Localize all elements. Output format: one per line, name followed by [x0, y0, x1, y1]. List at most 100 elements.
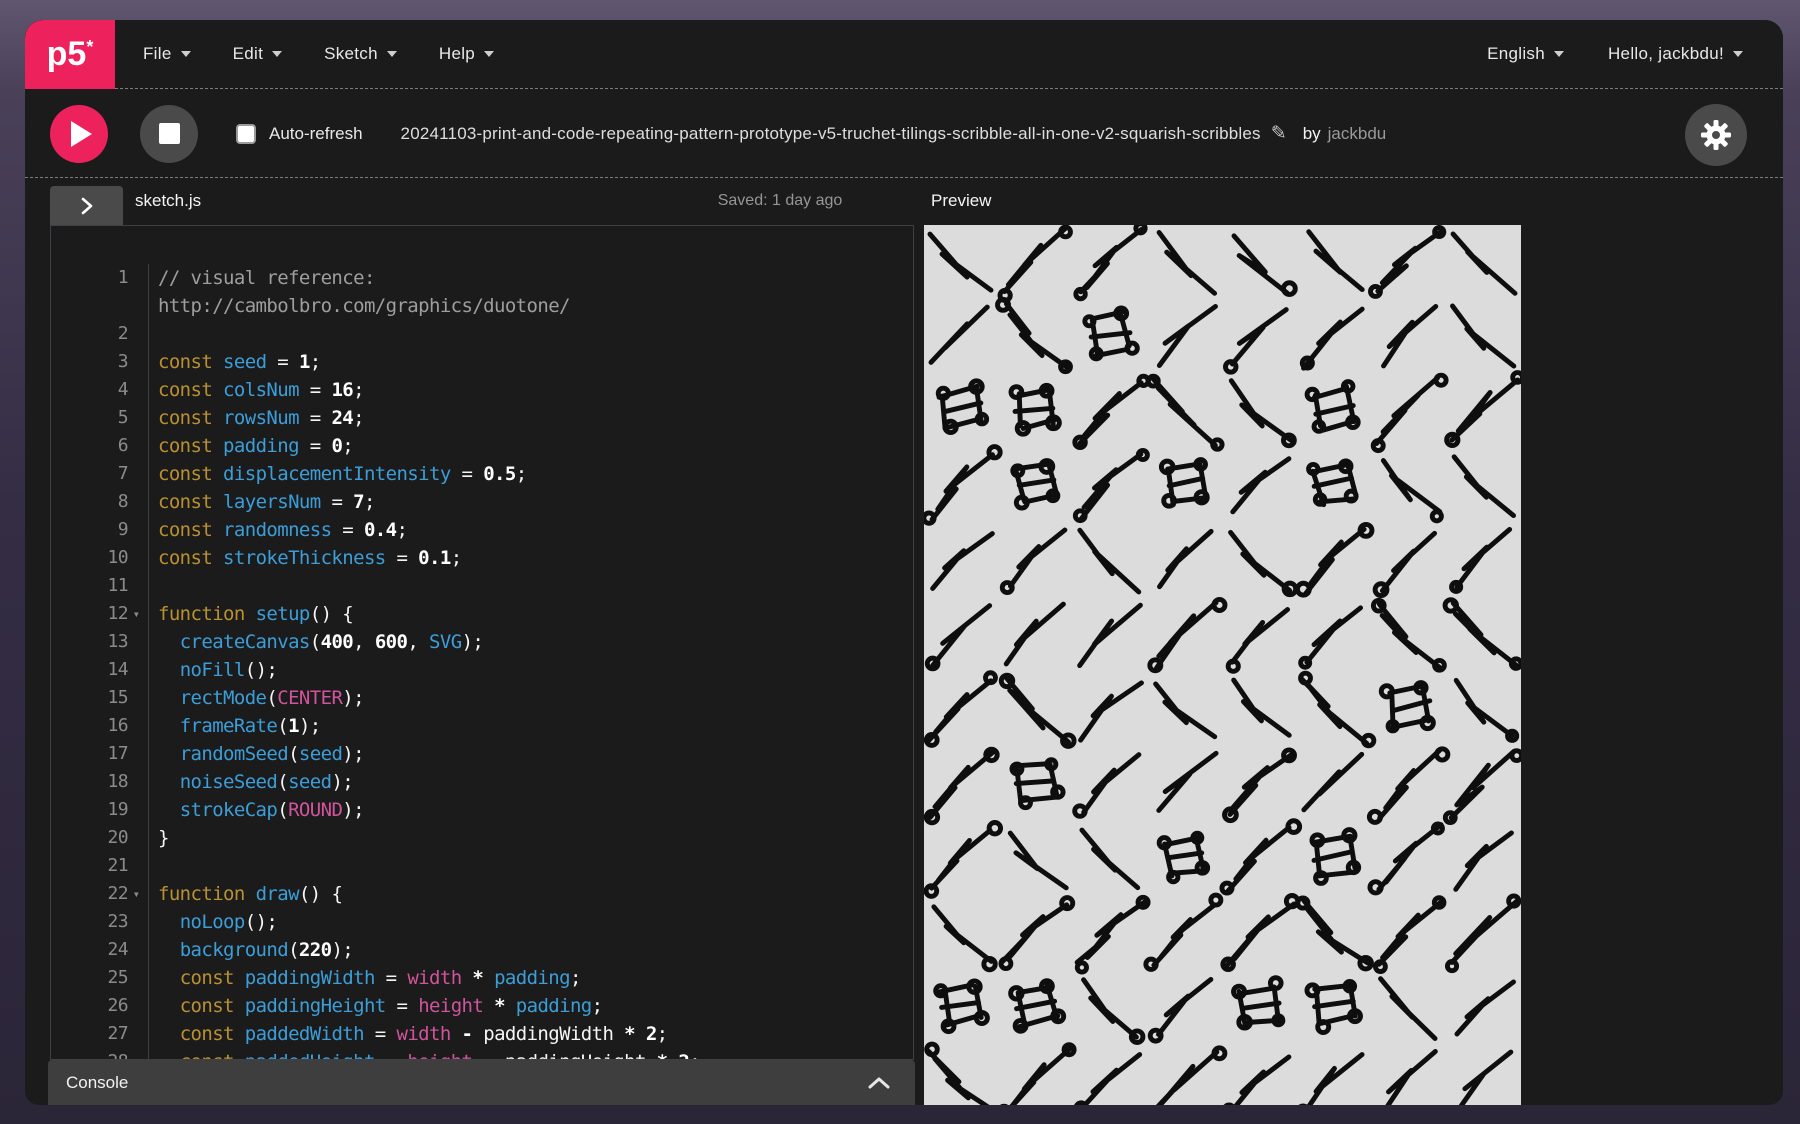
stop-icon [158, 123, 180, 144]
code-text: noLoop(); [179, 911, 278, 933]
chevron-up-icon [868, 1077, 890, 1088]
fold-arrow-icon[interactable]: ▾ [128, 880, 144, 908]
language-menu[interactable]: English [1487, 44, 1564, 64]
line-number-gutter: 20 [51, 824, 149, 852]
code-text: randomSeed(seed); [179, 743, 365, 765]
code-text: const rowsNum = 24; [158, 407, 365, 429]
code-line[interactable]: 9 const randomness = 0.4; [51, 516, 913, 544]
auto-refresh-label: Auto-refresh [269, 123, 363, 143]
language-label: English [1487, 44, 1545, 63]
line-number-gutter: 24 [51, 936, 149, 964]
gear-icon [1701, 120, 1731, 150]
code-line[interactable]: 10 const strokeThickness = 0.1; [51, 544, 913, 572]
code-line[interactable]: 3 const seed = 1; [51, 348, 913, 376]
code-line[interactable]: 5 const rowsNum = 24; [51, 404, 913, 432]
play-icon [71, 120, 92, 147]
code-line[interactable]: 25 const paddingWidth = width * padding; [51, 964, 913, 992]
code-line[interactable]: 24 background(220); [51, 936, 913, 964]
code-line[interactable]: 22 ▾ function draw() { [51, 880, 913, 908]
code-editor[interactable]: 1// visual reference: http://cambolbro.c… [50, 225, 914, 1060]
p5-logo-asterisk: * [86, 36, 94, 57]
menu-label: Help [438, 44, 476, 63]
chevron-down-icon [1733, 51, 1743, 57]
line-number-gutter: 2 [51, 320, 149, 348]
line-number-gutter: 4 [51, 376, 149, 404]
code-line[interactable]: 14 noFill(); [51, 656, 913, 684]
top-nav: p5 * File Edit Sketch Help English Hello, ja… [25, 20, 1783, 89]
chevron-down-icon [484, 51, 495, 57]
menu-sketch[interactable]: Sketch [324, 44, 397, 64]
line-number-gutter: 23 [51, 908, 149, 936]
line-number-gutter: 12 ▾ [51, 600, 149, 628]
tab-sketch-js[interactable]: sketch.js [135, 191, 201, 211]
code-text: noFill(); [179, 659, 278, 681]
code-line[interactable]: 12 ▾ function setup() { [51, 600, 913, 628]
menu-edit[interactable]: Edit [233, 44, 283, 64]
by-label: by [1302, 123, 1321, 143]
line-number-gutter: 28 [51, 1048, 149, 1059]
line-number-gutter: 25 [51, 964, 149, 992]
code-line[interactable]: 26 const paddingHeight = height * paddin… [51, 992, 913, 1020]
chevron-down-icon [386, 51, 397, 57]
code-text: function draw() { [158, 883, 343, 905]
code-line[interactable]: 20} [51, 824, 913, 852]
code-line[interactable]: 4 const colsNum = 16; [51, 376, 913, 404]
line-number-gutter: 16 [51, 712, 149, 740]
code-line[interactable]: 21 [51, 852, 913, 880]
console-bar[interactable]: Console [48, 1060, 915, 1105]
code-text: const padding = 0; [158, 435, 354, 457]
code-line[interactable]: 15 rectMode(CENTER); [51, 684, 913, 712]
line-number-gutter: 27 [51, 1020, 149, 1048]
line-number-gutter: 10 [51, 544, 149, 572]
code-text: const displacementIntensity = 0.5; [158, 463, 527, 485]
code-line[interactable]: 17 randomSeed(seed); [51, 740, 913, 768]
code-line[interactable]: 2 [51, 320, 913, 348]
toolbar: Auto-refresh 20241103-print-and-code-rep… [25, 90, 1783, 178]
menu-label: Sketch [324, 44, 378, 63]
saved-status: Saved: 1 day ago [717, 192, 843, 209]
fold-arrow-icon[interactable]: ▾ [128, 600, 144, 628]
code-line[interactable]: 8 const layersNum = 7; [51, 488, 913, 516]
line-number-gutter: 6 [51, 432, 149, 460]
menu-help[interactable]: Help [438, 44, 495, 64]
line-number-gutter: 14 [51, 656, 149, 684]
line-number-gutter: 8 [51, 488, 149, 516]
author-link[interactable]: jackbdu [1328, 124, 1387, 144]
code-line[interactable]: 18 noiseSeed(seed); [51, 768, 913, 796]
code-line[interactable]: 27 const paddedWidth = width - paddingWi… [51, 1020, 913, 1048]
edit-title-pencil-icon[interactable]: ✎ [1271, 122, 1287, 145]
code-text: const paddedHeight = height - paddingHei… [149, 1048, 701, 1059]
code-text: const paddedWidth = width - paddingWidth… [179, 1023, 668, 1045]
code-line[interactable]: 16 frameRate(1); [51, 712, 913, 740]
code-line[interactable]: 6 const padding = 0; [51, 432, 913, 460]
nav-right: English Hello, jackbdu! [1487, 44, 1783, 64]
user-menu[interactable]: Hello, jackbdu! [1608, 44, 1743, 64]
stop-button[interactable] [140, 104, 198, 163]
code-line[interactable]: 11 [51, 572, 913, 600]
line-number-gutter: 15 [51, 684, 149, 712]
code-text: noiseSeed(seed); [179, 771, 354, 793]
p5-logo[interactable]: p5 * [25, 20, 115, 89]
menu-file[interactable]: File [143, 44, 191, 64]
play-button[interactable] [50, 104, 108, 163]
menu-label: File [143, 44, 172, 63]
code-line[interactable]: 23 noLoop(); [51, 908, 913, 936]
code-line[interactable]: 19 strokeCap(ROUND); [51, 796, 913, 824]
chevron-down-icon [180, 51, 191, 57]
line-number-gutter: 26 [51, 992, 149, 1020]
line-number-gutter: 5 [51, 404, 149, 432]
settings-button[interactable] [1685, 104, 1747, 166]
line-number-gutter: 3 [51, 348, 149, 376]
code-text: rectMode(CENTER); [179, 687, 365, 709]
code-text: // visual reference: http://cambolbro.co… [158, 267, 570, 317]
sidebar-expand-button[interactable] [50, 186, 123, 225]
auto-refresh-checkbox[interactable] [236, 123, 256, 144]
console-collapse-button[interactable] [867, 1076, 891, 1090]
code-line[interactable]: 7 const displacementIntensity = 0.5; [51, 460, 913, 488]
code-line[interactable]: 1// visual reference: http://cambolbro.c… [51, 264, 913, 320]
console-label: Console [66, 1072, 129, 1092]
code-line[interactable]: 13 createCanvas(400, 600, SVG); [51, 628, 913, 656]
code-line[interactable]: 28 const paddedHeight = height - padding… [51, 1048, 913, 1059]
